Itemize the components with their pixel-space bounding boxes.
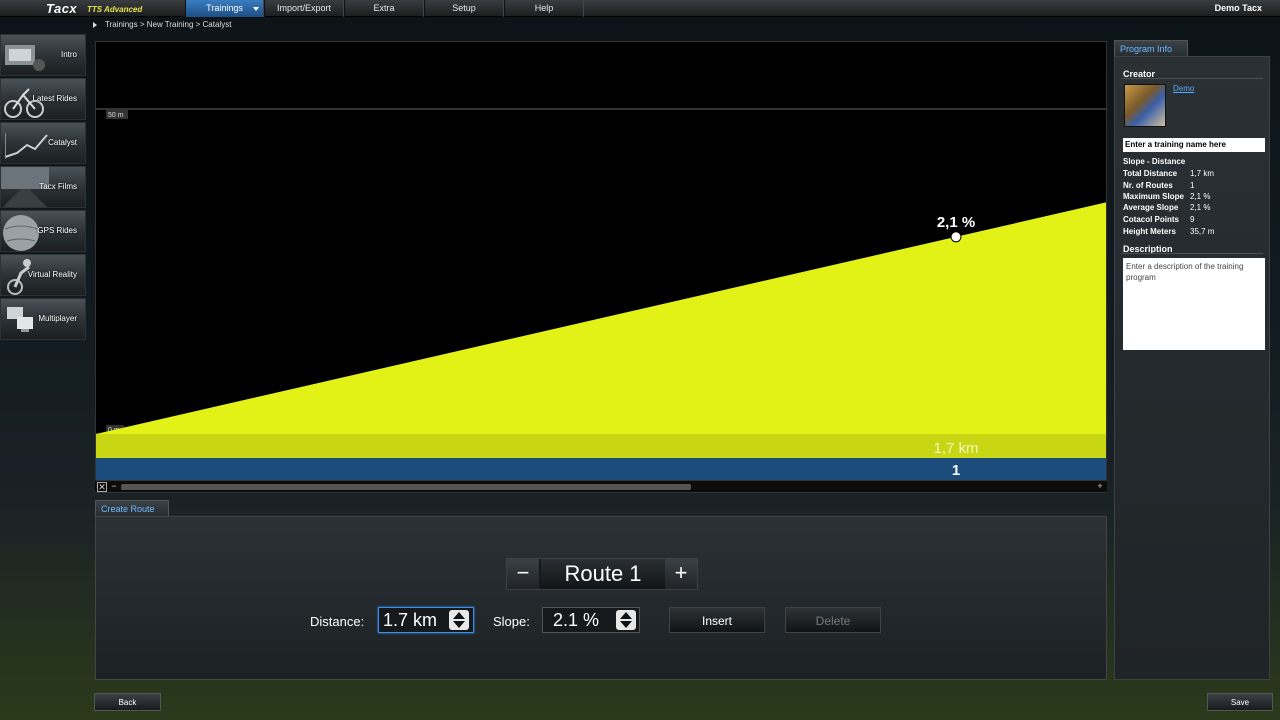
stat-row: Height Meters 35,7 m [1123,226,1263,237]
sidebar: Intro Latest Rides Catalyst Tacx Films G… [0,34,87,342]
sidebar-item-multiplayer[interactable]: Multiplayer [0,298,86,340]
zoom-out-icon[interactable]: − [109,482,119,492]
sidebar-item-label: Catalyst [48,138,77,147]
create-route-panel: − Route 1 + Distance: 1.7 km Slope: 2.1 … [95,516,1107,680]
insert-button[interactable]: Insert [669,607,765,633]
divider [1121,78,1263,79]
back-button[interactable]: Back [94,693,161,711]
tab-program-info[interactable]: Program Info [1114,40,1188,57]
sidebar-item-virtual-reality[interactable]: Virtual Reality [0,254,86,296]
stat-key: Nr. of Routes [1123,181,1173,190]
menu-import-export[interactable]: Import/Export [264,0,344,17]
sidebar-item-intro[interactable]: Intro [0,34,86,76]
menu-help[interactable]: Help [504,0,584,17]
stat-value: 35,7 m [1190,227,1215,236]
menu-setup[interactable]: Setup [424,0,504,17]
stat-key: Average Slope [1123,203,1179,212]
spin-arrows-icon[interactable] [449,610,469,630]
route-selector: − Route 1 + [506,558,698,590]
divider [1121,253,1263,254]
breadcrumb: Trainings > New Training > Catalyst [93,20,231,29]
horizontal-scrollbar[interactable]: ✕ − + [95,480,1107,492]
breadcrumb-text[interactable]: Trainings > New Training > Catalyst [105,20,231,29]
stat-value: 2,1 % [1190,192,1211,201]
sidebar-item-label: GPS Rides [37,226,77,235]
sidebar-item-tacx-films[interactable]: Tacx Films [0,166,86,208]
sidebar-item-label: Latest Rides [32,94,77,103]
slope-stepper[interactable]: 2.1 % [542,607,640,633]
stat-value: 9 [1190,215,1195,224]
edition-label: TTS Advanced [87,5,143,14]
ytick-top: 50 m [108,112,124,119]
slope-label: Slope: [493,614,530,629]
stat-value: 1 [1190,181,1195,190]
save-button[interactable]: Save [1207,693,1273,711]
stat-key: Cotacol Points [1123,215,1180,224]
stat-row: Total Distance 1,7 km [1123,168,1263,179]
sidebar-item-label: Multiplayer [38,314,77,323]
zoom-in-icon[interactable]: + [1095,482,1105,492]
slope-handle[interactable] [950,231,962,243]
description-field[interactable]: Enter a description of the training prog… [1123,258,1265,350]
training-type: Slope - Distance [1123,156,1263,167]
menu-bar: Tacx TTS Advanced Trainings Import/Expor… [0,0,1280,17]
distance-label: 1,7 km [933,440,978,457]
scroll-thumb[interactable] [121,484,691,490]
slope-point-label: 2,1 % [937,214,975,231]
breadcrumb-arrow-icon [93,21,97,28]
sidebar-item-gps-rides[interactable]: GPS Rides [0,210,86,252]
stat-key: Total Distance [1123,169,1178,178]
trainer-icon [5,45,45,71]
stat-row: Maximum Slope 2,1 % [1123,191,1263,202]
stat-row: Nr. of Routes 1 [1123,180,1263,191]
elevation-profile-svg: 50 m 0 m 1,7 km 1 2,1 % [96,108,1106,480]
stat-key: Maximum Slope [1123,192,1184,201]
sidebar-item-label: Tacx Films [39,182,77,191]
add-route-button[interactable]: + [665,559,697,589]
sidebar-item-latest-rides[interactable]: Latest Rides [0,78,86,120]
menu-trainings[interactable]: Trainings [185,0,264,17]
stat-value: 1,7 km [1190,169,1215,178]
stat-row: Cotacol Points 9 [1123,214,1263,225]
route-number: 1 [952,462,960,479]
elevation-chart[interactable]: 50 m 0 m 1,7 km 1 2,1 % [95,41,1107,493]
menu-trainings-label: Trainings [206,3,243,13]
sidebar-item-label: Virtual Reality [27,270,77,279]
remove-route-button[interactable]: − [507,559,539,589]
program-info-panel: Creator Demo Enter a training name here … [1114,56,1270,680]
distance-label: Distance: [310,614,365,629]
stat-row: Average Slope 2,1 % [1123,202,1263,213]
user-name[interactable]: Demo Tacx [1215,0,1262,17]
delete-button[interactable]: Delete [785,607,881,633]
creator-link[interactable]: Demo [1173,84,1194,93]
route-name: Route 1 [541,559,665,589]
slope-value[interactable]: 2.1 % [553,608,599,632]
training-type-text: Slope - Distance [1123,157,1186,166]
sidebar-item-label: Intro [60,50,77,59]
catalyst-graph-icon [4,133,48,159]
spin-arrows-icon[interactable] [616,610,636,630]
sidebar-item-catalyst[interactable]: Catalyst [0,122,86,164]
tacx-logo: Tacx [46,1,78,16]
distance-stepper[interactable]: 1.7 km [378,607,474,633]
training-name-field[interactable]: Enter a training name here [1123,138,1265,152]
stat-key: Height Meters [1123,227,1176,236]
close-icon[interactable]: ✕ [97,482,107,492]
distance-value[interactable]: 1.7 km [383,608,437,632]
avatar [1124,84,1166,127]
tab-create-route[interactable]: Create Route [95,500,169,517]
stat-value: 2,1 % [1190,203,1211,212]
chevron-down-icon [253,7,259,11]
menu-extra[interactable]: Extra [344,0,424,17]
